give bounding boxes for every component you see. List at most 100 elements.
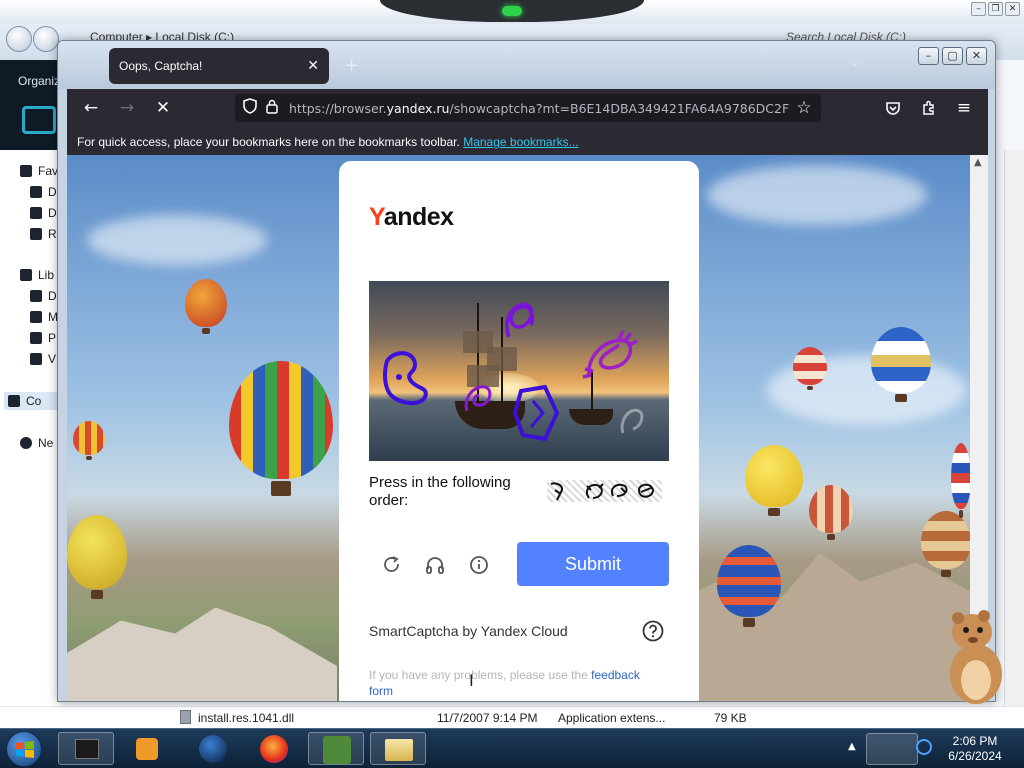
- sidebar-item[interactable]: D: [30, 206, 57, 220]
- help-icon[interactable]: [642, 620, 664, 642]
- scroll-up-icon[interactable]: ▲: [974, 157, 982, 168]
- firefox-icon: [260, 735, 288, 763]
- media-player-icon: [136, 738, 158, 760]
- hot-air-balloon: [809, 485, 853, 540]
- taskbar-item-explorer[interactable]: [58, 732, 114, 765]
- refresh-icon[interactable]: [379, 552, 405, 578]
- hot-air-balloon: [229, 361, 333, 496]
- network-icon: [20, 437, 32, 449]
- url-text[interactable]: https://browser.yandex.ru/showcaptcha?mt…: [289, 101, 789, 116]
- page-viewport: Yandex Press in the following order: Sub…: [67, 155, 970, 701]
- sidebar-item-libraries[interactable]: Lib: [20, 268, 54, 282]
- organize-button[interactable]: Organiz: [18, 74, 60, 88]
- captcha-shape[interactable]: [511, 383, 561, 443]
- documents-icon: [30, 290, 42, 302]
- headphones-icon[interactable]: [422, 552, 448, 578]
- hamster-desktop-gadget[interactable]: [944, 604, 1006, 706]
- captcha-shape-faint[interactable]: [617, 403, 647, 439]
- menu-icon[interactable]: ≡: [952, 97, 976, 119]
- hot-air-balloon: [745, 445, 803, 516]
- clock-time: 2:06 PM: [952, 734, 998, 748]
- sidebar-item[interactable]: R: [30, 227, 57, 241]
- shield-icon[interactable]: [239, 98, 261, 118]
- cloud: [707, 165, 927, 225]
- folder-icon: [385, 739, 413, 761]
- browser-window: Oops, Captcha! ✕ + ⌄ – ▢ ✕ ← → ✕ https:/…: [57, 40, 996, 702]
- notch-led: [502, 6, 522, 16]
- sidebar-item-favorites[interactable]: Fav: [20, 164, 58, 178]
- stop-loading-icon[interactable]: ✕: [151, 97, 175, 119]
- back-arrow-icon[interactable]: ←: [79, 97, 103, 119]
- hot-air-balloon: [871, 327, 931, 403]
- ship-hull: [569, 409, 613, 425]
- pocket-icon[interactable]: [881, 97, 905, 119]
- tab-title: Oops, Captcha!: [119, 59, 203, 73]
- cloud: [87, 215, 267, 265]
- tray-expand-icon[interactable]: ▲: [848, 741, 856, 752]
- info-icon[interactable]: [466, 552, 492, 578]
- sidebar-item[interactable]: M: [30, 310, 58, 324]
- explorer-scrollbar[interactable]: [1004, 150, 1024, 728]
- file-date: 11/7/2007 9:14 PM: [437, 711, 538, 725]
- browser-window-buttons: – ▢ ✕: [918, 47, 987, 65]
- manage-bookmarks-link[interactable]: Manage bookmarks...: [463, 135, 578, 149]
- sidebar-item[interactable]: D: [30, 185, 57, 199]
- hot-air-balloon: [73, 421, 105, 460]
- captcha-image[interactable]: [369, 281, 669, 461]
- explorer-forward-button[interactable]: [33, 26, 59, 52]
- library-icon: [20, 269, 32, 281]
- submit-button[interactable]: Submit: [517, 542, 669, 586]
- browser-titlebar: Oops, Captcha! ✕ + ⌄ – ▢ ✕: [58, 41, 995, 89]
- address-bar[interactable]: https://browser.yandex.ru/showcaptcha?mt…: [235, 94, 821, 122]
- recent-icon: [30, 228, 42, 240]
- explorer-back-button[interactable]: [6, 26, 32, 52]
- captcha-shape[interactable]: [579, 325, 641, 385]
- view-icon[interactable]: [22, 106, 56, 134]
- file-name: install.res.1041.dll: [198, 711, 295, 725]
- taskbar-item-media-player[interactable]: [120, 732, 176, 765]
- captcha-shape[interactable]: [459, 377, 499, 417]
- tray-app-icon[interactable]: [866, 733, 918, 765]
- sidebar-item[interactable]: D: [30, 289, 57, 303]
- restore-icon[interactable]: ❐: [988, 2, 1003, 16]
- captcha-card: Yandex Press in the following order: Sub…: [339, 161, 699, 701]
- forward-arrow-icon[interactable]: →: [115, 97, 139, 119]
- taskbar-item-box-app[interactable]: [308, 732, 364, 765]
- desktop-icon: [30, 186, 42, 198]
- captcha-shape[interactable]: [381, 347, 431, 409]
- maximize-icon[interactable]: ▢: [942, 47, 963, 65]
- taskbar-item-firefox[interactable]: [246, 732, 302, 765]
- windows-logo-icon: [16, 741, 34, 758]
- start-button[interactable]: [6, 731, 42, 767]
- captcha-shape[interactable]: [499, 297, 539, 343]
- extensions-icon[interactable]: [917, 97, 941, 119]
- close-icon[interactable]: ✕: [307, 58, 319, 74]
- navigation-toolbar: ← → ✕ https://browser.yandex.ru/showcapt…: [67, 89, 988, 127]
- captcha-provider-label: SmartCaptcha by Yandex Cloud: [369, 623, 568, 639]
- minimize-icon[interactable]: –: [971, 2, 986, 16]
- taskbar-clock[interactable]: 2:06 PM 6/26/2024: [940, 734, 1010, 764]
- taskbar-item-globe[interactable]: [184, 732, 240, 765]
- sidebar-item[interactable]: V: [30, 352, 56, 366]
- globe-icon: [199, 735, 227, 763]
- network-icon[interactable]: [916, 739, 932, 755]
- minimize-icon[interactable]: –: [918, 47, 939, 65]
- file-row[interactable]: install.res.1041.dll 11/7/2007 9:14 PM A…: [0, 706, 1024, 728]
- sidebar-item-computer[interactable]: Co: [4, 392, 60, 410]
- explorer-sidebar: Fav D D R Lib D M P V Co Ne: [0, 150, 60, 710]
- star-icon[interactable]: ☆: [793, 98, 815, 118]
- text-cursor-icon: I: [469, 671, 474, 690]
- downloads-icon: [30, 207, 42, 219]
- close-icon[interactable]: ✕: [966, 47, 987, 65]
- tab-captcha[interactable]: Oops, Captcha! ✕: [109, 48, 329, 84]
- sidebar-item[interactable]: P: [30, 331, 56, 345]
- explorer-window-buttons: – ❐ ✕: [971, 2, 1020, 16]
- chevron-down-icon[interactable]: ⌄: [850, 55, 860, 69]
- close-icon[interactable]: ✕: [1005, 2, 1020, 16]
- file-size: 79 KB: [714, 711, 747, 725]
- taskbar-item-folder[interactable]: [370, 732, 426, 765]
- sidebar-item-network[interactable]: Ne: [20, 436, 53, 450]
- feedback-note: If you have any problems, please use the…: [369, 668, 640, 698]
- lock-icon[interactable]: [261, 99, 283, 118]
- new-tab-icon[interactable]: +: [344, 55, 359, 76]
